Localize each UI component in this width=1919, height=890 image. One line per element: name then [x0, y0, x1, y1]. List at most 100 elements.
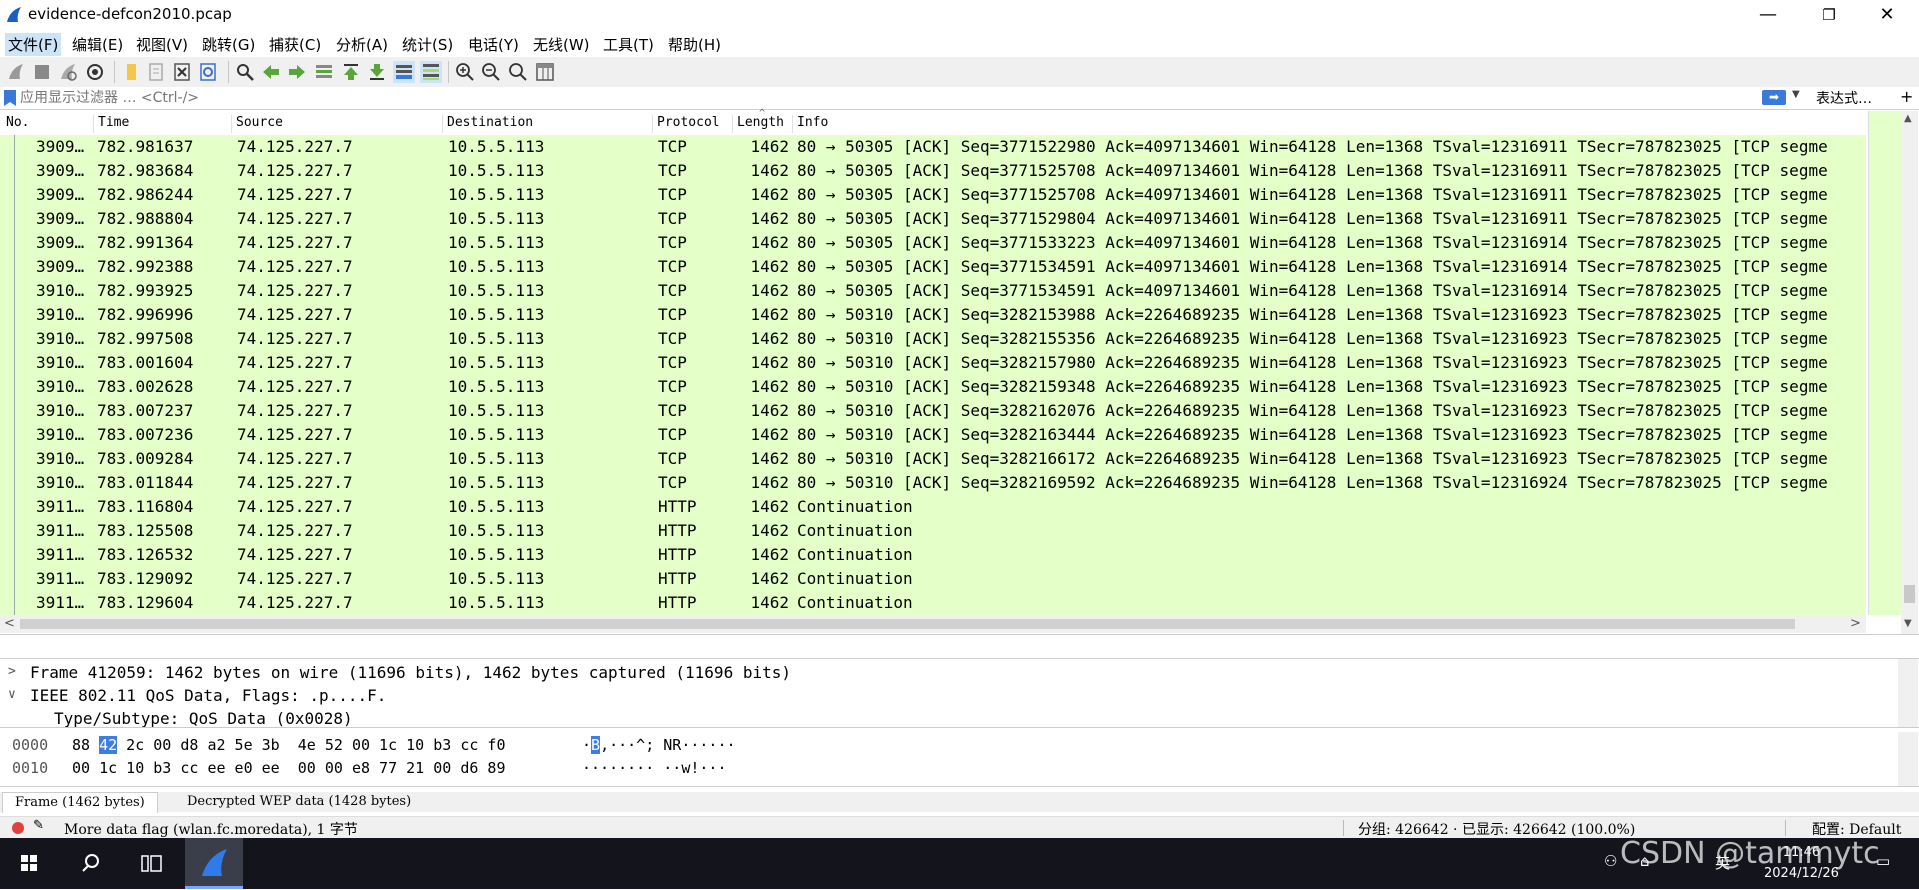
add-filter-button[interactable]: + — [1900, 87, 1913, 106]
hscroll-thumb[interactable] — [20, 619, 1795, 629]
zoom-in-icon[interactable] — [454, 61, 476, 83]
expression-button[interactable]: 表达式… — [1816, 88, 1872, 108]
menu-edit[interactable]: 编辑(E) — [69, 33, 126, 56]
packet-row[interactable]: 3909… 782.988804 74.125.227.7 10.5.5.113 TCP… — [0, 207, 1866, 231]
packet-row[interactable]: 3910… 783.001604 74.125.227.7 10.5.5.113 TCP… — [0, 351, 1866, 375]
maximize-button[interactable]: ❐ — [1800, 0, 1858, 30]
menu-tools[interactable]: 工具(T) — [600, 33, 657, 56]
column-destination[interactable]: Destination — [443, 115, 653, 133]
packet-row[interactable]: 3909… 782.992388 74.125.227.7 10.5.5.113 TCP… — [0, 255, 1866, 279]
display-filter-input[interactable] — [20, 88, 1800, 107]
reload-file-icon[interactable] — [197, 61, 219, 83]
packet-row[interactable]: 3911… 783.125508 74.125.227.7 10.5.5.113 HTT… — [0, 519, 1866, 543]
collapse-arrow-icon[interactable]: ∨ — [8, 687, 16, 702]
people-icon[interactable]: ⚇ — [1604, 852, 1617, 870]
column-no[interactable]: No. — [2, 115, 94, 133]
packet-row[interactable]: 3910… 782.996996 74.125.227.7 10.5.5.113 TCP… — [0, 303, 1866, 327]
scroll-left-icon[interactable]: < — [4, 616, 15, 631]
auto-scroll-icon[interactable] — [393, 61, 415, 83]
packet-row[interactable]: 3910… 783.011844 74.125.227.7 10.5.5.113 TCP… — [0, 471, 1866, 495]
colorize-packets-icon[interactable] — [420, 61, 442, 83]
capture-options-icon[interactable] — [84, 61, 106, 83]
go-to-packet-icon[interactable] — [313, 61, 335, 83]
column-length[interactable]: Length — [733, 115, 793, 133]
go-back-icon[interactable] — [260, 61, 282, 83]
stop-capture-icon[interactable] — [31, 61, 53, 83]
expand-arrow-icon[interactable]: > — [8, 664, 16, 679]
menu-statistics[interactable]: 统计(S) — [399, 33, 456, 56]
packet-row[interactable]: 3910… 783.007236 74.125.227.7 10.5.5.113 TCP… — [0, 423, 1866, 447]
menu-telephony[interactable]: 电话(Y) — [465, 33, 522, 56]
packet-list-horizontal-scrollbar[interactable]: < > — [0, 615, 1866, 633]
menu-capture[interactable]: 捕获(C) — [266, 33, 324, 56]
bytes-scrollbar[interactable] — [1898, 732, 1918, 786]
open-file-icon[interactable] — [120, 61, 142, 83]
menu-file[interactable]: 文件(F) — [5, 33, 62, 56]
start-capture-icon[interactable] — [5, 61, 27, 83]
packet-row[interactable]: 3910… 783.002628 74.125.227.7 10.5.5.113 TCP… — [0, 375, 1866, 399]
close-button[interactable]: ✕ — [1858, 0, 1916, 30]
capture-comment-icon[interactable]: ✎ — [33, 818, 44, 833]
task-view-icon[interactable] — [122, 838, 180, 889]
packet-row[interactable]: 3909… 782.991364 74.125.227.7 10.5.5.113 TCP… — [0, 231, 1866, 255]
packet-row[interactable]: 3909… 782.983684 74.125.227.7 10.5.5.113 TCP… — [0, 159, 1866, 183]
find-packet-icon[interactable] — [234, 61, 256, 83]
packet-row[interactable]: 3911… 783.116804 74.125.227.7 10.5.5.113 HTT… — [0, 495, 1866, 519]
details-scrollbar[interactable] — [1898, 659, 1918, 727]
cell-no: 3911… — [36, 569, 85, 588]
ascii-row[interactable]: ·B,···^; NR······ — [582, 736, 736, 754]
detail-frame-line[interactable]: Frame 412059: 1462 bytes on wire (11696 … — [30, 663, 791, 682]
column-source[interactable]: Source — [232, 115, 443, 133]
go-last-packet-icon[interactable] — [366, 61, 388, 83]
menu-go[interactable]: 跳转(G) — [199, 33, 258, 56]
detail-subtype-line[interactable]: Type/Subtype: QoS Data (0x0028) — [54, 709, 353, 727]
packet-row[interactable]: 3911… 783.129604 74.125.227.7 10.5.5.113 HTT… — [0, 591, 1866, 615]
expert-info-icon[interactable] — [12, 822, 24, 834]
restart-capture-icon[interactable] — [57, 61, 79, 83]
cell-length: 1462 — [750, 257, 789, 276]
filter-history-dropdown-icon[interactable]: ▼ — [1792, 89, 1800, 100]
column-info[interactable]: Info — [793, 115, 1866, 133]
scroll-thumb[interactable] — [1904, 585, 1915, 603]
tab-frame-bytes[interactable]: Frame (1462 bytes) — [2, 792, 158, 813]
menu-help[interactable]: 帮助(H) — [665, 33, 724, 56]
minimize-button[interactable]: — — [1739, 0, 1797, 30]
menu-view[interactable]: 视图(V) — [133, 33, 191, 56]
windows-start-icon[interactable] — [0, 838, 58, 889]
ascii-selected-byte[interactable]: B — [591, 736, 601, 754]
wireshark-taskbar-button[interactable] — [185, 838, 243, 889]
zoom-out-icon[interactable] — [480, 61, 502, 83]
resize-columns-icon[interactable] — [534, 61, 556, 83]
scroll-right-icon[interactable]: > — [1850, 616, 1861, 631]
search-icon[interactable] — [62, 838, 120, 889]
packet-row[interactable]: 3910… 782.993925 74.125.227.7 10.5.5.113 TCP… — [0, 279, 1866, 303]
packet-row[interactable]: 3910… 783.007237 74.125.227.7 10.5.5.113 TCP… — [0, 399, 1866, 423]
packet-row[interactable]: 3911… 783.126532 74.125.227.7 10.5.5.113 HTT… — [0, 543, 1866, 567]
apply-filter-arrow-icon[interactable]: ➡ — [1762, 90, 1786, 105]
save-file-icon[interactable] — [145, 61, 167, 83]
packet-row[interactable]: 3911… 783.129092 74.125.227.7 10.5.5.113 HTT… — [0, 567, 1866, 591]
menu-analyze[interactable]: 分析(A) — [333, 33, 391, 56]
hex-row[interactable]: 88 42 2c 00 d8 a2 5e 3b 4e 52 00 1c 10 b… — [72, 736, 505, 754]
packet-list-vertical-scrollbar[interactable]: ▲ ▼ — [1901, 111, 1918, 634]
packet-row[interactable]: 3909… 782.986244 74.125.227.7 10.5.5.113 TCP… — [0, 183, 1866, 207]
detail-ieee80211-line[interactable]: IEEE 802.11 QoS Data, Flags: .p....F. — [30, 686, 386, 705]
packet-minimap[interactable] — [1868, 111, 1901, 615]
hex-selected-byte[interactable]: 42 — [99, 736, 118, 754]
column-protocol[interactable]: Protocol — [653, 115, 733, 133]
scroll-up-icon[interactable]: ▲ — [1904, 113, 1912, 124]
ascii-row[interactable]: ········ ··w!··· — [582, 759, 727, 777]
tab-decrypted-wep[interactable]: Decrypted WEP data (1428 bytes) — [175, 792, 423, 812]
go-first-packet-icon[interactable] — [340, 61, 362, 83]
menu-wireless[interactable]: 无线(W) — [530, 33, 593, 56]
filter-bookmark-icon[interactable] — [4, 90, 16, 106]
hex-row[interactable]: 00 1c 10 b3 cc ee e0 ee 00 00 e8 77 21 0… — [72, 759, 505, 777]
scroll-down-icon[interactable]: ▼ — [1904, 618, 1912, 629]
packet-row[interactable]: 3910… 782.997508 74.125.227.7 10.5.5.113 TCP… — [0, 327, 1866, 351]
go-forward-icon[interactable] — [286, 61, 308, 83]
packet-row[interactable]: 3910… 783.009284 74.125.227.7 10.5.5.113 TCP… — [0, 447, 1866, 471]
normal-size-icon[interactable] — [507, 61, 529, 83]
packet-row[interactable]: 3909… 782.981637 74.125.227.7 10.5.5.113 TCP… — [0, 135, 1866, 159]
close-file-icon[interactable] — [171, 61, 193, 83]
column-time[interactable]: Time — [94, 115, 232, 133]
